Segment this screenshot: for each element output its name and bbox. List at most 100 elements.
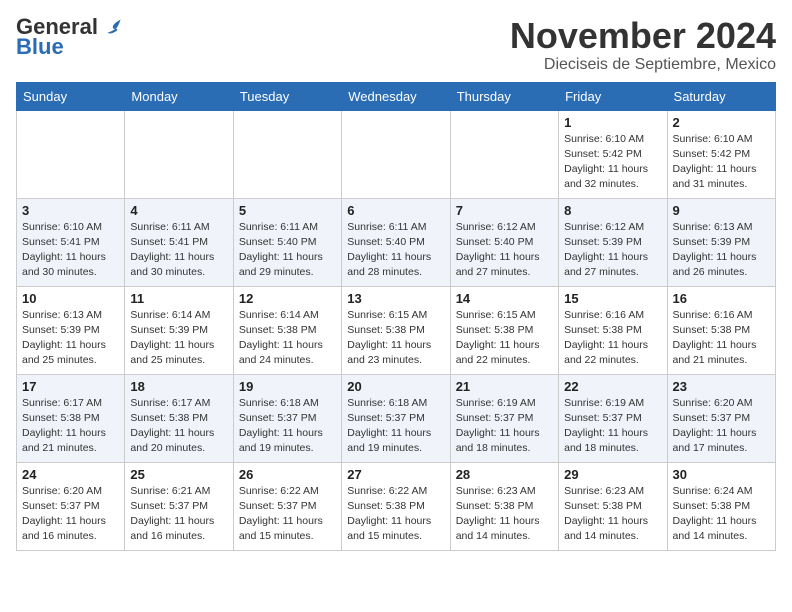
day-number: 11 — [130, 291, 227, 306]
day-number: 28 — [456, 467, 553, 482]
logo: General Blue — [16, 16, 122, 60]
day-info: Sunrise: 6:10 AM Sunset: 5:41 PM Dayligh… — [22, 220, 119, 281]
calendar-header-row: SundayMondayTuesdayWednesdayThursdayFrid… — [17, 82, 776, 110]
calendar-day-cell: 11 Sunrise: 6:14 AM Sunset: 5:39 PM Dayli… — [125, 286, 233, 374]
logo-bird-icon — [100, 16, 122, 38]
calendar-week-row: 24Sunrise: 6:20 AM Sunset: 5:37 PM Dayli… — [17, 462, 776, 550]
calendar-day-cell: 1 Sunrise: 6:10 AM Sunset: 5:42 PM Daylig… — [559, 110, 667, 198]
day-info: Sunrise: 6:15 AM Sunset: 5:38 PM Dayligh… — [456, 308, 553, 369]
day-info: Sunrise: 6:18 AM Sunset: 5:37 PM Dayligh… — [239, 396, 336, 457]
calendar-week-row: 1 Sunrise: 6:10 AM Sunset: 5:42 PM Daylig… — [17, 110, 776, 198]
day-of-week-header: Thursday — [450, 82, 558, 110]
day-of-week-header: Sunday — [17, 82, 125, 110]
day-info: Sunrise: 6:16 AM Sunset: 5:38 PM Dayligh… — [673, 308, 770, 369]
day-of-week-header: Wednesday — [342, 82, 450, 110]
day-info: Sunrise: 6:20 AM Sunset: 5:37 PM Dayligh… — [22, 484, 119, 545]
calendar-day-cell: 10 Sunrise: 6:13 AM Sunset: 5:39 PM Dayli… — [17, 286, 125, 374]
day-of-week-header: Monday — [125, 82, 233, 110]
calendar-table: SundayMondayTuesdayWednesdayThursdayFrid… — [16, 82, 776, 551]
day-number: 6 — [347, 203, 444, 218]
day-info: Sunrise: 6:13 AM Sunset: 5:39 PM Dayligh… — [22, 308, 119, 369]
calendar-day-cell: 25 Sunrise: 6:21 AM Sunset: 5:37 PM Dayli… — [125, 462, 233, 550]
calendar-day-cell: 7 Sunrise: 6:12 AM Sunset: 5:40 PM Daylig… — [450, 198, 558, 286]
logo-blue-text: Blue — [16, 34, 64, 60]
day-info: Sunrise: 6:11 AM Sunset: 5:40 PM Dayligh… — [347, 220, 444, 281]
calendar-day-cell: 26 Sunrise: 6:22 AM Sunset: 5:37 PM Dayli… — [233, 462, 341, 550]
calendar-day-cell: 30 Sunrise: 6:24 AM Sunset: 5:38 PM Dayli… — [667, 462, 775, 550]
day-info: Sunrise: 6:17 AM Sunset: 5:38 PM Dayligh… — [22, 396, 119, 457]
calendar-day-cell: 12 Sunrise: 6:14 AM Sunset: 5:38 PM Dayli… — [233, 286, 341, 374]
day-info: Sunrise: 6:11 AM Sunset: 5:40 PM Dayligh… — [239, 220, 336, 281]
day-number: 5 — [239, 203, 336, 218]
month-title: November 2024 — [510, 16, 776, 56]
day-number: 4 — [130, 203, 227, 218]
day-info: Sunrise: 6:10 AM Sunset: 5:42 PM Dayligh… — [564, 132, 661, 193]
day-of-week-header: Saturday — [667, 82, 775, 110]
day-info: Sunrise: 6:22 AM Sunset: 5:37 PM Dayligh… — [239, 484, 336, 545]
day-number: 9 — [673, 203, 770, 218]
day-info: Sunrise: 6:23 AM Sunset: 5:38 PM Dayligh… — [564, 484, 661, 545]
day-info: Sunrise: 6:20 AM Sunset: 5:37 PM Dayligh… — [673, 396, 770, 457]
calendar-day-cell: 6 Sunrise: 6:11 AM Sunset: 5:40 PM Daylig… — [342, 198, 450, 286]
day-number: 7 — [456, 203, 553, 218]
day-number: 20 — [347, 379, 444, 394]
calendar-day-cell: 29 Sunrise: 6:23 AM Sunset: 5:38 PM Dayli… — [559, 462, 667, 550]
title-block: November 2024 Dieciseis de Septiembre, M… — [510, 16, 776, 74]
calendar-day-cell: 19Sunrise: 6:18 AM Sunset: 5:37 PM Dayli… — [233, 374, 341, 462]
day-number: 16 — [673, 291, 770, 306]
calendar-day-cell: 5 Sunrise: 6:11 AM Sunset: 5:40 PM Daylig… — [233, 198, 341, 286]
day-info: Sunrise: 6:19 AM Sunset: 5:37 PM Dayligh… — [564, 396, 661, 457]
calendar-day-cell: 13 Sunrise: 6:15 AM Sunset: 5:38 PM Dayli… — [342, 286, 450, 374]
calendar-day-cell: 8Sunrise: 6:12 AM Sunset: 5:39 PM Daylig… — [559, 198, 667, 286]
calendar-day-cell: 9 Sunrise: 6:13 AM Sunset: 5:39 PM Daylig… — [667, 198, 775, 286]
day-info: Sunrise: 6:17 AM Sunset: 5:38 PM Dayligh… — [130, 396, 227, 457]
day-info: Sunrise: 6:16 AM Sunset: 5:38 PM Dayligh… — [564, 308, 661, 369]
day-number: 8 — [564, 203, 661, 218]
calendar-day-cell — [342, 110, 450, 198]
calendar-day-cell: 23Sunrise: 6:20 AM Sunset: 5:37 PM Dayli… — [667, 374, 775, 462]
day-number: 12 — [239, 291, 336, 306]
day-number: 14 — [456, 291, 553, 306]
calendar-day-cell: 15Sunrise: 6:16 AM Sunset: 5:38 PM Dayli… — [559, 286, 667, 374]
day-info: Sunrise: 6:14 AM Sunset: 5:38 PM Dayligh… — [239, 308, 336, 369]
calendar-day-cell: 20 Sunrise: 6:18 AM Sunset: 5:37 PM Dayli… — [342, 374, 450, 462]
day-number: 1 — [564, 115, 661, 130]
day-number: 18 — [130, 379, 227, 394]
day-number: 13 — [347, 291, 444, 306]
calendar-week-row: 3 Sunrise: 6:10 AM Sunset: 5:41 PM Daylig… — [17, 198, 776, 286]
calendar-day-cell: 22 Sunrise: 6:19 AM Sunset: 5:37 PM Dayli… — [559, 374, 667, 462]
day-number: 3 — [22, 203, 119, 218]
calendar-day-cell: 3 Sunrise: 6:10 AM Sunset: 5:41 PM Daylig… — [17, 198, 125, 286]
calendar-day-cell — [450, 110, 558, 198]
calendar-day-cell: 24Sunrise: 6:20 AM Sunset: 5:37 PM Dayli… — [17, 462, 125, 550]
calendar-day-cell: 17 Sunrise: 6:17 AM Sunset: 5:38 PM Dayli… — [17, 374, 125, 462]
day-number: 30 — [673, 467, 770, 482]
day-info: Sunrise: 6:21 AM Sunset: 5:37 PM Dayligh… — [130, 484, 227, 545]
day-info: Sunrise: 6:14 AM Sunset: 5:39 PM Dayligh… — [130, 308, 227, 369]
day-number: 21 — [456, 379, 553, 394]
day-info: Sunrise: 6:19 AM Sunset: 5:37 PM Dayligh… — [456, 396, 553, 457]
day-info: Sunrise: 6:15 AM Sunset: 5:38 PM Dayligh… — [347, 308, 444, 369]
calendar-day-cell — [17, 110, 125, 198]
day-info: Sunrise: 6:18 AM Sunset: 5:37 PM Dayligh… — [347, 396, 444, 457]
day-of-week-header: Tuesday — [233, 82, 341, 110]
calendar-day-cell: 27Sunrise: 6:22 AM Sunset: 5:38 PM Dayli… — [342, 462, 450, 550]
day-number: 10 — [22, 291, 119, 306]
page-header: General Blue November 2024 Dieciseis de … — [16, 16, 776, 74]
day-of-week-header: Friday — [559, 82, 667, 110]
day-number: 25 — [130, 467, 227, 482]
day-number: 17 — [22, 379, 119, 394]
calendar-week-row: 17 Sunrise: 6:17 AM Sunset: 5:38 PM Dayli… — [17, 374, 776, 462]
day-info: Sunrise: 6:13 AM Sunset: 5:39 PM Dayligh… — [673, 220, 770, 281]
day-number: 22 — [564, 379, 661, 394]
calendar-day-cell: 18 Sunrise: 6:17 AM Sunset: 5:38 PM Dayli… — [125, 374, 233, 462]
calendar-day-cell: 4Sunrise: 6:11 AM Sunset: 5:41 PM Daylig… — [125, 198, 233, 286]
day-info: Sunrise: 6:12 AM Sunset: 5:40 PM Dayligh… — [456, 220, 553, 281]
calendar-day-cell — [125, 110, 233, 198]
day-info: Sunrise: 6:24 AM Sunset: 5:38 PM Dayligh… — [673, 484, 770, 545]
calendar-day-cell: 28Sunrise: 6:23 AM Sunset: 5:38 PM Dayli… — [450, 462, 558, 550]
day-info: Sunrise: 6:10 AM Sunset: 5:42 PM Dayligh… — [673, 132, 770, 193]
day-number: 29 — [564, 467, 661, 482]
day-number: 2 — [673, 115, 770, 130]
day-number: 26 — [239, 467, 336, 482]
